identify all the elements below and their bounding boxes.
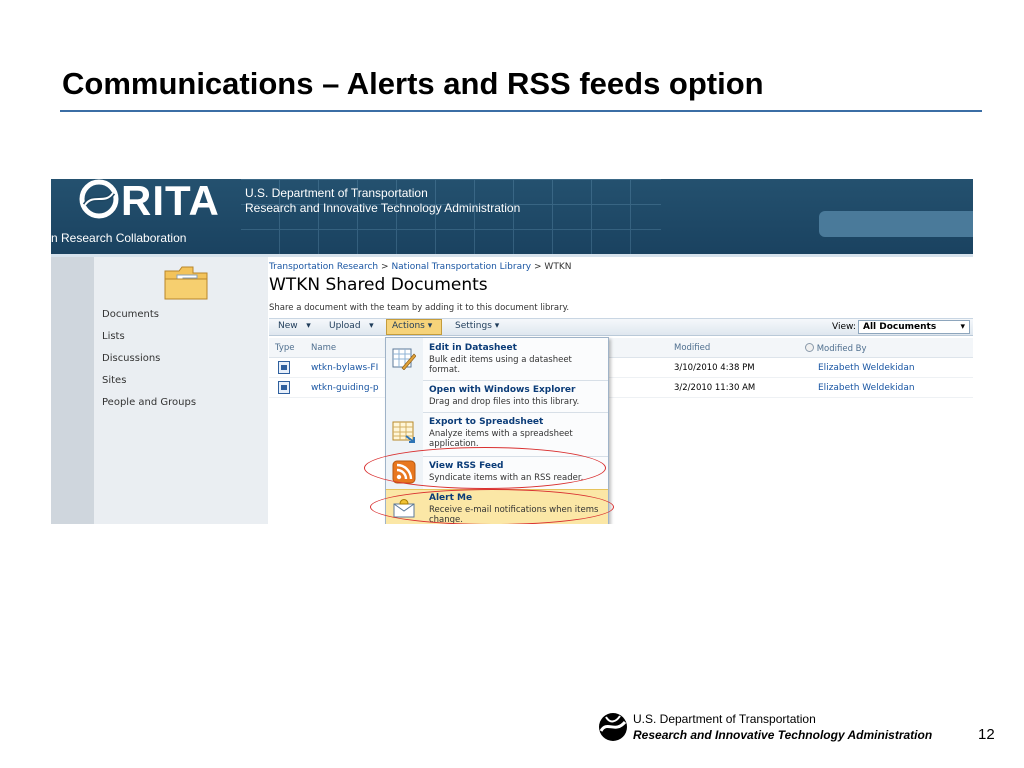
upload-menu-button[interactable]: Upload ▾ — [329, 321, 374, 331]
settings-menu-button[interactable]: Settings ▾ — [455, 321, 499, 331]
left-gutter — [51, 257, 94, 524]
header-search-box[interactable] — [819, 211, 973, 237]
page-title: WTKN Shared Documents — [269, 275, 488, 295]
chevron-down-icon: ▾ — [960, 322, 965, 332]
menu-item-open-with-windows-explorer[interactable]: Open with Windows Explorer Drag and drop… — [386, 382, 608, 416]
rss-annotation-ellipse — [364, 447, 606, 489]
new-label: New — [278, 321, 298, 331]
menu-item-title: Edit in Datasheet — [429, 343, 517, 353]
quick-launch: Documents Lists Discussions Sites People… — [94, 257, 268, 524]
column-modified-by[interactable]: Modified By — [805, 343, 867, 354]
column-type[interactable]: Type — [275, 343, 295, 353]
rita-logo-text: RITA — [121, 179, 220, 224]
doc-name-link[interactable]: wtkn-guiding-p — [311, 383, 379, 393]
rita-logo-icon — [79, 179, 119, 219]
doc-modified-by-link[interactable]: Elizabeth Weldekidan — [818, 363, 915, 373]
breadcrumb: Transportation Research > National Trans… — [269, 262, 571, 272]
doc-name-link[interactable]: wtkn-bylaws-FI — [311, 363, 378, 373]
site-header: RITA U.S. Department of Transportation R… — [51, 179, 973, 254]
breadcrumb-separator: > — [381, 262, 389, 272]
folder-icon — [164, 266, 208, 300]
menu-item-edit-in-datasheet[interactable]: Edit in Datasheet Bulk edit items using … — [386, 340, 608, 375]
nav-item-sites[interactable]: Sites — [102, 375, 126, 386]
dept-line-1: U.S. Department of Transportation — [245, 186, 428, 200]
breadcrumb-separator: > — [534, 262, 542, 272]
list-toolbar: New ▾ Upload ▾ Actions ▾ Settings ▾ View… — [269, 318, 973, 336]
column-modified-by-label: Modified By — [816, 344, 867, 354]
actions-menu-button[interactable]: Actions ▾ — [392, 321, 432, 331]
table-row[interactable]: wtkn-bylaws-FI 3/10/2010 4:38 PM Elizabe… — [269, 358, 973, 378]
spreadsheet-icon — [392, 421, 415, 443]
footer-department: U.S. Department of Transportation — [633, 712, 816, 726]
menu-item-description: Drag and drop files into this library. — [429, 397, 580, 407]
view-select[interactable]: All Documents ▾ — [858, 320, 970, 334]
word-doc-icon — [278, 381, 290, 394]
chevron-down-icon: ▾ — [494, 321, 500, 331]
chevron-down-icon: ▾ — [363, 321, 374, 331]
doc-modified: 3/10/2010 4:38 PM — [674, 363, 755, 373]
library-description: Share a document with the team by adding… — [269, 303, 570, 313]
slide-title: Communications – Alerts and RSS feeds op… — [62, 66, 764, 101]
sharepoint-screenshot: RITA U.S. Department of Transportation R… — [51, 179, 973, 524]
site-name[interactable]: n Research Collaboration — [51, 231, 186, 245]
breadcrumb-item[interactable]: Transportation Research — [269, 262, 378, 272]
presence-icon — [805, 343, 814, 352]
view-select-value: All Documents — [863, 322, 937, 332]
menu-item-export-to-spreadsheet[interactable]: Export to Spreadsheet Analyze items with… — [386, 414, 608, 449]
breadcrumb-item[interactable]: National Transportation Library — [391, 262, 531, 272]
breadcrumb-current: WTKN — [544, 262, 572, 272]
department-name: U.S. Department of Transportation Resear… — [245, 186, 520, 216]
datasheet-icon — [392, 348, 416, 370]
upload-label: Upload — [329, 321, 361, 331]
doc-modified: 3/2/2010 11:30 AM — [674, 383, 756, 393]
chevron-down-icon: ▾ — [427, 321, 433, 331]
menu-item-title: Export to Spreadsheet — [429, 417, 544, 427]
table-row[interactable]: wtkn-guiding-p 3/2/2010 11:30 AM Elizabe… — [269, 378, 973, 398]
doc-modified-by-link[interactable]: Elizabeth Weldekidan — [818, 383, 915, 393]
menu-item-title: Open with Windows Explorer — [429, 385, 576, 395]
menu-item-description: Analyze items with a spreadsheet applica… — [429, 429, 573, 449]
menu-separator — [423, 380, 608, 381]
dept-line-2: Research and Innovative Technology Admin… — [245, 201, 521, 215]
menu-separator — [423, 412, 608, 413]
dot-logo-icon — [599, 713, 627, 741]
word-doc-icon — [278, 361, 290, 374]
nav-item-documents[interactable]: Documents — [102, 309, 159, 320]
alert-annotation-ellipse — [370, 489, 614, 524]
nav-item-lists[interactable]: Lists — [102, 331, 125, 342]
chevron-down-icon: ▾ — [300, 321, 311, 331]
menu-item-description: Bulk edit items using a datasheet format… — [429, 355, 572, 375]
footer-administration: Research and Innovative Technology Admin… — [633, 728, 933, 742]
settings-label: Settings — [455, 321, 492, 331]
column-headers: Type Name Modified Modified By — [269, 338, 973, 358]
nav-item-discussions[interactable]: Discussions — [102, 353, 160, 364]
column-modified[interactable]: Modified — [674, 343, 710, 353]
title-divider — [60, 110, 982, 112]
new-menu-button[interactable]: New ▾ — [278, 321, 311, 331]
nav-item-people-and-groups[interactable]: People and Groups — [102, 397, 196, 408]
view-label: View: — [832, 322, 856, 332]
column-name[interactable]: Name — [311, 343, 336, 353]
actions-label: Actions — [392, 321, 425, 331]
page-number: 12 — [978, 726, 995, 743]
